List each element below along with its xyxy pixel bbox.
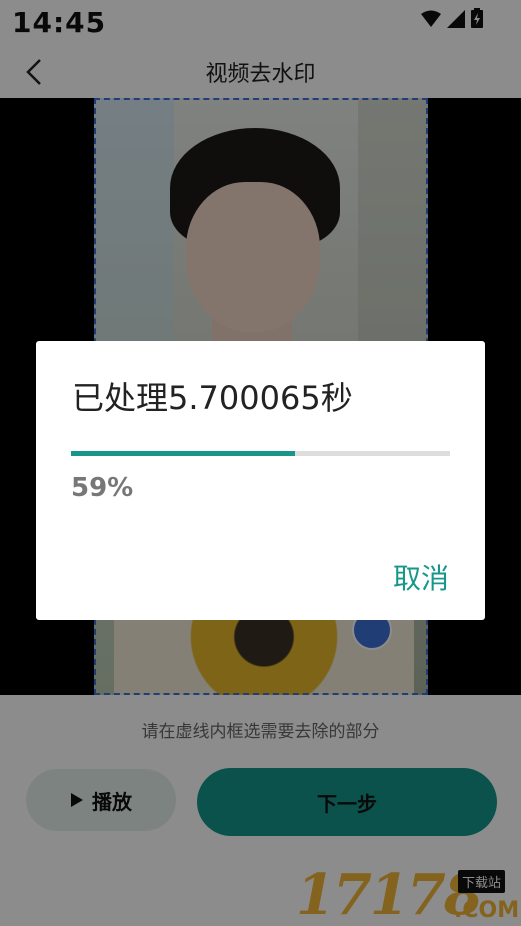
progress-bar (71, 451, 450, 456)
cancel-button[interactable]: 取消 (393, 557, 449, 597)
progress-percent: 59% (71, 473, 134, 503)
progress-dialog: 已处理5.700065秒 59% 取消 (36, 341, 485, 620)
progress-fill (71, 451, 295, 456)
dialog-title: 已处理5.700065秒 (72, 379, 353, 417)
